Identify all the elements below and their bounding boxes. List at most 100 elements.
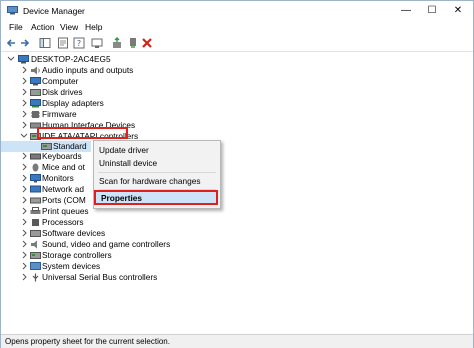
menu-bar: File Action View Help bbox=[1, 21, 473, 35]
expanded-chevron-icon[interactable] bbox=[7, 54, 15, 64]
collapsed-chevron-icon[interactable] bbox=[20, 98, 28, 108]
collapsed-chevron-icon[interactable] bbox=[20, 151, 28, 161]
maximize-button[interactable]: ☐ bbox=[419, 1, 445, 21]
tree-item[interactable]: Disk drives bbox=[1, 87, 221, 98]
collapsed-chevron-icon[interactable] bbox=[20, 239, 28, 249]
collapsed-chevron-icon[interactable] bbox=[20, 120, 28, 130]
tree-item[interactable]: Mice and ot bbox=[1, 162, 91, 173]
usb-icon bbox=[32, 273, 39, 282]
menu-uninstall-device[interactable]: Uninstall device bbox=[99, 157, 215, 169]
device-manager-window: Device Manager — ☐ ✕ File Action View He… bbox=[0, 0, 474, 348]
tree-item[interactable]: Audio inputs and outputs bbox=[1, 65, 221, 76]
computer-icon bbox=[30, 77, 41, 86]
tree-item[interactable]: Ports (COM bbox=[1, 195, 91, 206]
close-icon: ✕ bbox=[453, 5, 463, 16]
collapsed-chevron-icon[interactable] bbox=[20, 228, 28, 238]
tree-item[interactable]: Monitors bbox=[1, 173, 91, 184]
tree-item-label: Network ad bbox=[42, 184, 84, 194]
tree-item[interactable]: Sound, video and game controllers bbox=[1, 239, 221, 250]
port-icon bbox=[30, 197, 41, 204]
menu-file[interactable]: File bbox=[9, 22, 23, 32]
tree-item-label: Universal Serial Bus controllers bbox=[42, 272, 158, 282]
collapsed-chevron-icon[interactable] bbox=[20, 261, 28, 271]
toolbar: ? bbox=[1, 35, 473, 52]
tree-item-label: Firmware bbox=[42, 109, 77, 119]
monitor-icon bbox=[30, 174, 41, 183]
collapsed-chevron-icon[interactable] bbox=[20, 250, 28, 260]
device-manager-icon bbox=[7, 6, 18, 15]
collapsed-chevron-icon[interactable] bbox=[20, 65, 28, 75]
expanded-chevron-icon[interactable] bbox=[20, 131, 28, 141]
back-arrow-icon[interactable] bbox=[5, 37, 17, 49]
menu-properties[interactable]: Properties bbox=[101, 193, 142, 203]
mouse-icon bbox=[32, 163, 39, 172]
speaker-icon bbox=[31, 66, 40, 75]
storage-controller-icon bbox=[30, 252, 41, 259]
properties-toolbar-icon[interactable] bbox=[57, 37, 69, 49]
computer-icon bbox=[18, 55, 29, 64]
menu-action[interactable]: Action bbox=[31, 22, 55, 32]
tree-item[interactable]: Universal Serial Bus controllers bbox=[1, 272, 221, 283]
ide-device-icon bbox=[41, 143, 52, 150]
properties-highlight-box[interactable]: Properties bbox=[94, 190, 218, 205]
tree-item-label: Audio inputs and outputs bbox=[42, 65, 134, 75]
collapsed-chevron-icon[interactable] bbox=[20, 184, 28, 194]
tree-item-label: System devices bbox=[42, 261, 101, 271]
menu-help[interactable]: Help bbox=[85, 22, 102, 32]
tree-item-label: Display adapters bbox=[42, 98, 104, 108]
tree-item[interactable]: Keyboards bbox=[1, 151, 91, 162]
tree-root-label: DESKTOP-2AC4EG5 bbox=[31, 54, 111, 64]
collapsed-chevron-icon[interactable] bbox=[20, 217, 28, 227]
tree-item[interactable]: Software devices bbox=[1, 228, 221, 239]
tree-item-label: Keyboards bbox=[42, 151, 82, 161]
forward-arrow-icon[interactable] bbox=[19, 37, 31, 49]
maximize-icon: ☐ bbox=[427, 5, 437, 16]
ide-highlight-box bbox=[37, 127, 128, 139]
tree-item[interactable]: Computer bbox=[1, 76, 221, 87]
tree-item[interactable]: Display adapters bbox=[1, 98, 221, 109]
minimize-icon: — bbox=[401, 5, 411, 16]
tree-item-label: Ports (COM bbox=[42, 195, 86, 205]
status-text: Opens property sheet for the current sel… bbox=[5, 337, 170, 346]
close-button[interactable]: ✕ bbox=[445, 1, 471, 21]
tree-item[interactable]: System devices bbox=[1, 261, 221, 272]
processor-icon bbox=[32, 219, 39, 226]
menu-update-driver[interactable]: Update driver bbox=[99, 144, 215, 156]
tree-item[interactable]: Network ad bbox=[1, 184, 91, 195]
tree-item-label: Mice and ot bbox=[42, 162, 85, 172]
tree-item-label: Processors bbox=[42, 217, 84, 227]
status-bar: Opens property sheet for the current sel… bbox=[1, 334, 473, 348]
firmware-chip-icon bbox=[31, 111, 40, 118]
enable-device-icon[interactable] bbox=[127, 37, 139, 49]
collapsed-chevron-icon[interactable] bbox=[20, 173, 28, 183]
tree-item-label: Software devices bbox=[42, 228, 106, 238]
tree-item[interactable]: Processors bbox=[1, 217, 221, 228]
tree-item-label: Storage controllers bbox=[42, 250, 112, 260]
tree-item[interactable]: Storage controllers bbox=[1, 250, 221, 261]
software-device-icon bbox=[30, 230, 41, 237]
tree-item-label: Monitors bbox=[42, 173, 74, 183]
minimize-button[interactable]: — bbox=[393, 1, 419, 21]
collapsed-chevron-icon[interactable] bbox=[20, 195, 28, 205]
tree-item-label: Print queues bbox=[42, 206, 89, 216]
collapsed-chevron-icon[interactable] bbox=[20, 162, 28, 172]
collapsed-chevron-icon[interactable] bbox=[20, 76, 28, 86]
collapsed-chevron-icon[interactable] bbox=[20, 272, 28, 282]
sound-icon bbox=[31, 240, 37, 249]
tree-root[interactable]: DESKTOP-2AC4EG5 bbox=[1, 54, 201, 65]
tree-item-label: Disk drives bbox=[42, 87, 83, 97]
update-driver-icon[interactable] bbox=[111, 37, 123, 49]
help-icon[interactable]: ? bbox=[73, 37, 85, 49]
uninstall-x-icon[interactable] bbox=[141, 37, 153, 49]
scan-hardware-icon[interactable] bbox=[91, 37, 103, 49]
disk-drive-icon bbox=[30, 89, 41, 96]
tree-item-label: Computer bbox=[42, 76, 79, 86]
show-hide-tree-icon[interactable] bbox=[39, 37, 51, 49]
menu-scan-hardware[interactable]: Scan for hardware changes bbox=[99, 175, 215, 187]
tree-item[interactable]: Firmware bbox=[1, 109, 221, 120]
collapsed-chevron-icon[interactable] bbox=[20, 206, 28, 216]
collapsed-chevron-icon[interactable] bbox=[20, 87, 28, 97]
menu-separator bbox=[98, 172, 216, 173]
menu-view[interactable]: View bbox=[60, 22, 78, 32]
collapsed-chevron-icon[interactable] bbox=[20, 109, 28, 119]
